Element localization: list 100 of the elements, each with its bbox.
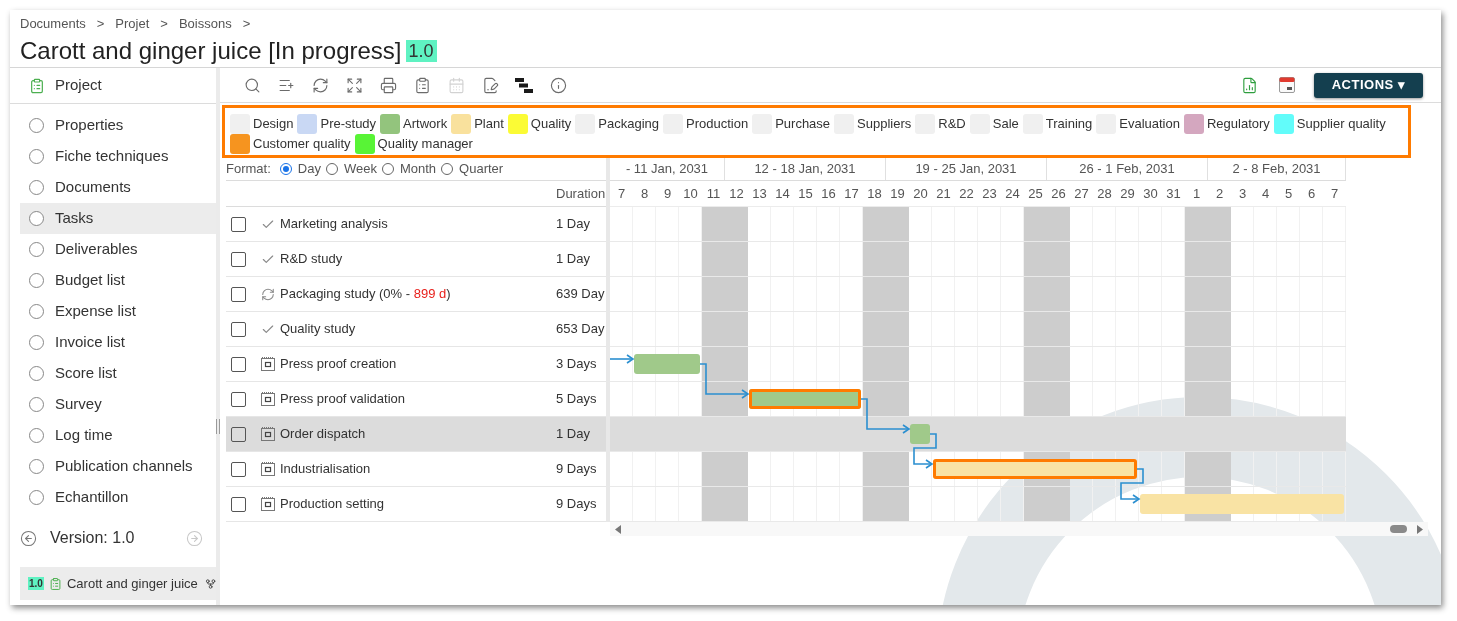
legend-label: Plant (474, 115, 504, 134)
expand-icon[interactable] (345, 76, 363, 94)
sidebar-item[interactable]: Fiche techniques (20, 141, 216, 172)
legend-label: Customer quality (253, 135, 351, 154)
day-header: 16 (817, 181, 840, 207)
page-title: Carott and ginger juice [In progress] (20, 37, 402, 65)
sidebar-item[interactable]: Documents (20, 172, 216, 203)
sidebar-item[interactable]: Properties (20, 110, 216, 141)
checkbox[interactable] (231, 356, 246, 372)
legend-label: Sale (992, 115, 1019, 134)
breadcrumb-link[interactable]: Projet (115, 16, 150, 32)
task-row[interactable]: R&D study 1 Day (226, 242, 606, 277)
checkbox[interactable] (231, 426, 246, 442)
task-name: Press proof validation (280, 390, 406, 409)
task-row[interactable]: Packaging study (0% - 899 d) 639 Day (226, 277, 606, 312)
day-header: 3 (1231, 181, 1254, 207)
day-header: 13 (748, 181, 771, 207)
clipboard-icon[interactable] (413, 76, 431, 94)
sidebar-item[interactable]: Log time (20, 420, 216, 451)
fork-icon[interactable] (204, 577, 216, 590)
breadcrumb-link[interactable]: Boissons (178, 16, 232, 32)
sidebar-item[interactable]: Deliverables (20, 234, 216, 265)
sidebar-item[interactable]: Echantillon (20, 482, 216, 513)
task-duration: 1 Day (556, 250, 591, 269)
format-label: Format: (226, 160, 271, 179)
sidebar-item[interactable]: Invoice list (20, 327, 216, 358)
task-name: Quality study (280, 320, 357, 339)
task-name: Industrialisation (280, 460, 372, 479)
day-header: 23 (978, 181, 1001, 207)
sidebar-item[interactable]: Survey (20, 389, 216, 420)
legend-label: Purchase (775, 115, 831, 134)
horizontal-scrollbar[interactable] (610, 522, 1428, 536)
legend-label: Pre-study (320, 115, 377, 134)
day-header: 6 (1300, 181, 1323, 207)
circle-arrow-left-icon[interactable] (20, 529, 37, 547)
info-icon[interactable] (549, 76, 567, 94)
day-header: 4 (1254, 181, 1277, 207)
legend-label: Suppliers (857, 115, 912, 134)
scroll-thumb[interactable] (1390, 525, 1407, 533)
resize-handle[interactable] (216, 419, 220, 434)
radio-option[interactable]: Month (381, 159, 437, 179)
week-header: - 11 Jan, 2031 (610, 158, 725, 180)
gantt-icon[interactable] (515, 77, 533, 93)
day-header: 7 (1323, 181, 1346, 207)
task-duration: 653 Day (556, 320, 606, 339)
printer-icon[interactable] (379, 76, 397, 94)
refresh-icon[interactable] (311, 76, 329, 94)
clipboard-icon (48, 576, 62, 591)
legend-label: Production (686, 115, 749, 134)
checkbox[interactable] (231, 286, 246, 302)
task-row[interactable]: Order dispatch 1 Day (226, 417, 606, 452)
actions-button[interactable]: ACTIONS ▾ (1314, 72, 1423, 98)
file-pen-icon[interactable] (481, 76, 499, 94)
task-duration: 639 Day (556, 285, 606, 304)
checkbox[interactable] (231, 461, 246, 477)
day-header: 7 (610, 181, 633, 207)
legend-label: Evaluation (1119, 115, 1180, 134)
task-duration: 1 Day (556, 215, 591, 234)
sidebar-item[interactable]: Score list (20, 358, 216, 389)
radio-option[interactable]: Quarter (441, 159, 504, 179)
task-row[interactable]: Quality study 653 Day (226, 312, 606, 347)
checkbox[interactable] (231, 251, 246, 267)
task-name: Marketing analysis (280, 215, 389, 234)
task-row[interactable]: Production setting 9 Days (226, 487, 606, 522)
breadcrumb-link[interactable]: Documents (20, 16, 86, 32)
task-row[interactable]: Industrialisation 9 Days (226, 452, 606, 487)
checkbox[interactable] (231, 391, 246, 407)
sidebar-item[interactable]: Budget list (20, 265, 216, 296)
checkbox[interactable] (231, 496, 246, 512)
search-icon[interactable] (243, 76, 261, 94)
week-header: 12 - 18 Jan, 2031 (725, 158, 886, 180)
radio-option[interactable]: Week (325, 159, 377, 179)
sidebar-item[interactable]: Tasks (20, 203, 216, 234)
scroll-left-icon[interactable] (615, 524, 621, 534)
day-header: 30 (1139, 181, 1162, 207)
day-header: 22 (955, 181, 978, 207)
task-name: Press proof creation (280, 355, 398, 374)
task-duration: 9 Days (556, 495, 598, 514)
task-duration: 9 Days (556, 460, 598, 479)
sidebar-item[interactable]: Expense list (20, 296, 216, 327)
checkbox[interactable] (231, 216, 246, 232)
spreadsheet-icon[interactable] (1241, 76, 1258, 94)
week-header: 2 - 8 Feb, 2031 (1208, 158, 1346, 180)
radio-option[interactable]: Day (279, 159, 321, 179)
version-badge: 1.0 (28, 577, 44, 590)
legend-label: Artwork (403, 115, 448, 134)
legend-label: R&D (938, 115, 966, 134)
current-entity-row[interactable]: 1.0 Carott and ginger juice (20, 567, 216, 600)
checkbox[interactable] (231, 321, 246, 337)
task-name: Packaging study (0% - 899 d) (280, 285, 452, 304)
sidebar-item[interactable]: Publication channels (20, 451, 216, 482)
day-header: 27 (1070, 181, 1093, 207)
task-row[interactable]: Press proof creation 3 Days (226, 347, 606, 382)
scroll-right-icon[interactable] (1417, 524, 1423, 534)
calendar-icon[interactable] (1279, 77, 1295, 93)
task-name: Order dispatch (280, 425, 367, 444)
day-header: 14 (771, 181, 794, 207)
task-row[interactable]: Marketing analysis 1 Day (226, 207, 606, 242)
week-header: 19 - 25 Jan, 2031 (886, 158, 1047, 180)
day-header: 5 (1277, 181, 1300, 207)
